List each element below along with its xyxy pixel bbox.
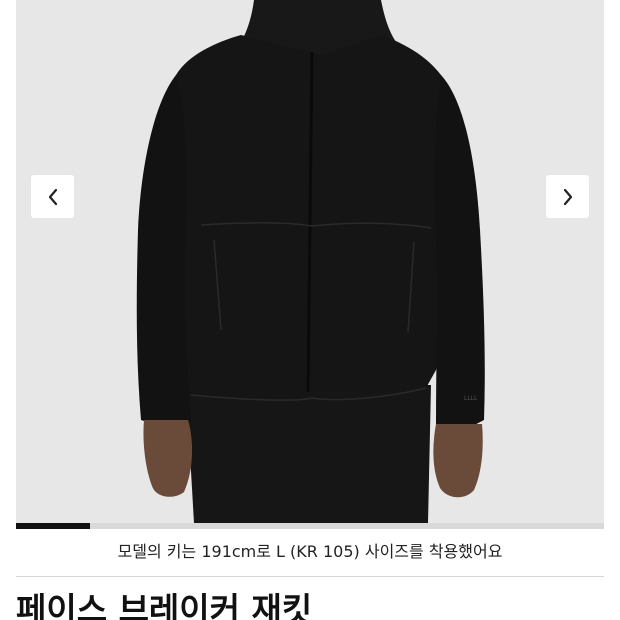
- chevron-right-icon: [563, 188, 572, 205]
- model-right-hand: [433, 424, 483, 498]
- product-title: 페이스 브레이커 재킷: [16, 590, 313, 620]
- jacket-logo: LLLL: [464, 395, 478, 402]
- product-image-carousel[interactable]: LLLL: [16, 0, 604, 523]
- carousel-progress-fill: [16, 523, 90, 529]
- previous-image-button[interactable]: [31, 175, 74, 218]
- carousel-progress-bar: [16, 523, 604, 529]
- section-divider: [16, 576, 604, 577]
- product-photo: LLLL: [16, 0, 604, 523]
- next-image-button[interactable]: [546, 175, 589, 218]
- model-size-note: 모델의 키는 191cm로 L (KR 105) 사이즈를 착용했어요: [117, 542, 503, 561]
- product-page: LLLL 모델의 키는 191cm로 L (KR 105) 사이즈를 착용했어요…: [0, 0, 620, 620]
- model-pants: [186, 385, 431, 523]
- chevron-left-icon: [48, 188, 57, 205]
